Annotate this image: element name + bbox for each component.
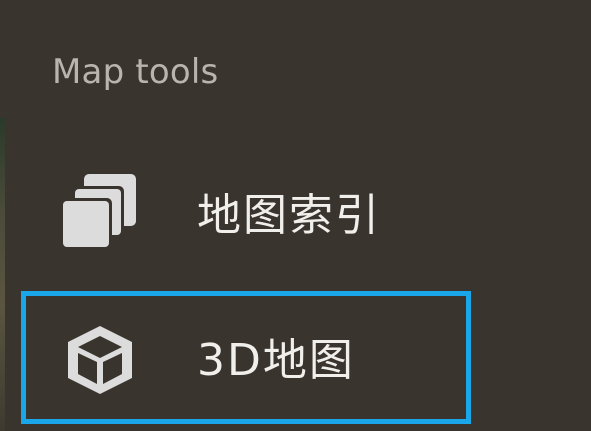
- menu-item-label: 地图索引: [197, 190, 381, 241]
- layers-stack-icon: [58, 174, 142, 258]
- selection-highlight: [21, 291, 471, 424]
- map-tools-menu: Map tools 地图索引 3D地图: [0, 0, 591, 431]
- menu-item-map-index[interactable]: 地图索引: [0, 154, 591, 276]
- menu-title: Map tools: [52, 52, 219, 92]
